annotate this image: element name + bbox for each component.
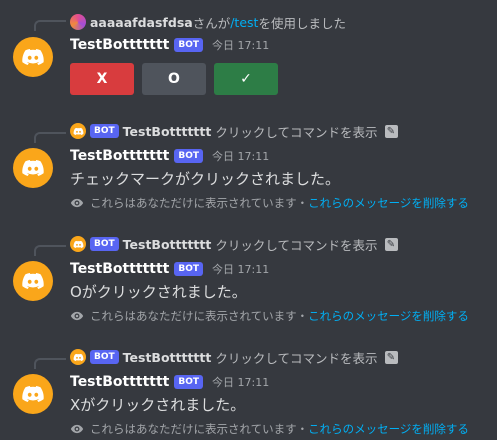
bot-avatar[interactable] [13,261,53,301]
discord-logo-icon [21,269,45,293]
author-name[interactable]: TestBottttttt [70,148,169,164]
reply-spine [34,132,66,143]
eye-icon [70,309,84,323]
reference-bot-name[interactable]: TestBottttttt [123,237,212,252]
bot-avatar[interactable] [13,374,53,414]
dismiss-messages-link[interactable]: これらのメッセージを削除する [308,308,469,324]
command-message: aaaaafdasfdsa さんが/test を使用しました TestBottttt… [0,0,497,110]
reference-bot-name[interactable]: TestBottttttt [123,124,212,139]
ephemeral-note: これらはあなただけに表示されています・ [90,309,309,323]
x-button[interactable]: X [70,63,134,95]
discord-logo-icon [21,156,45,180]
ephemeral-notice: これらはあなただけに表示されています・ これらのメッセージを削除する [70,421,469,437]
reference-bot-badge: BOT [90,124,119,138]
ephemeral-message: BOT TestBottttttt クリックしてコマンドを表示 ✎ TestBo… [0,122,497,222]
reply-spine [34,358,66,369]
reference-username[interactable]: aaaaafdasfdsa [90,15,193,30]
command-reference[interactable]: BOT TestBottttttt クリックしてコマンドを表示 ✎ [70,235,398,253]
message-content: Oがクリックされました。 [70,283,247,301]
ephemeral-notice: これらはあなただけに表示されています・ これらのメッセージを削除する [70,195,469,211]
edit-icon: ✎ [384,350,398,364]
ephemeral-message: BOT TestBottttttt クリックしてコマンドを表示 ✎ TestBo… [0,348,497,440]
reference-bot-badge: BOT [90,350,119,364]
message-header: TestBottttttt BOT 今日 17:11 [70,35,269,55]
author-name[interactable]: TestBottttttt [70,37,169,53]
message-content: Xがクリックされました。 [70,396,246,414]
bot-avatar-mini [70,349,86,365]
bot-badge: BOT [174,149,204,163]
bot-avatar-mini [70,236,86,252]
reference-text[interactable]: クリックしてコマンドを表示 [215,235,377,254]
bot-badge: BOT [174,262,204,276]
eye-icon [70,422,84,436]
ephemeral-notice: これらはあなただけに表示されています・ これらのメッセージを削除する [70,308,469,324]
author-name[interactable]: TestBottttttt [70,374,169,390]
discord-logo-icon [21,382,45,406]
dismiss-messages-link[interactable]: これらのメッセージを削除する [308,195,469,211]
reference-text[interactable]: クリックしてコマンドを表示 [215,348,377,367]
button-row: X O ✓ [70,63,278,95]
reference-text-after: を使用しました [258,15,346,31]
author-name[interactable]: TestBottttttt [70,261,169,277]
reference-text[interactable]: クリックしてコマンドを表示 [215,122,377,141]
reference-text-before: さんが [192,15,231,31]
edit-icon: ✎ [384,124,398,138]
bot-avatar[interactable] [13,148,53,188]
message-header: TestBottttttt BOT 今日 17:11 [70,146,269,166]
timestamp[interactable]: 今日 17:11 [212,261,269,277]
timestamp[interactable]: 今日 17:11 [212,37,269,53]
ephemeral-note: これらはあなただけに表示されています・ [90,422,309,436]
message-content: チェックマークがクリックされました。 [70,170,341,188]
bot-avatar-mini [70,123,86,139]
reference-bot-name[interactable]: TestBottttttt [123,350,212,365]
edit-icon: ✎ [384,237,398,251]
bot-avatar[interactable] [13,37,53,77]
bot-badge: BOT [174,375,204,389]
dismiss-messages-link[interactable]: これらのメッセージを削除する [308,421,469,437]
bot-badge: BOT [174,38,204,52]
o-button[interactable]: O [142,63,206,95]
timestamp[interactable]: 今日 17:11 [212,374,269,390]
discord-logo-icon [21,45,45,69]
reference-command[interactable]: /test [230,15,258,30]
ephemeral-note: これらはあなただけに表示されています・ [90,196,309,210]
check-button[interactable]: ✓ [214,63,278,95]
eye-icon [70,196,84,210]
reply-spine [34,20,66,31]
command-reference[interactable]: BOT TestBottttttt クリックしてコマンドを表示 ✎ [70,122,398,140]
reply-spine [34,245,66,256]
command-reference[interactable]: BOT TestBottttttt クリックしてコマンドを表示 ✎ [70,348,398,366]
user-avatar-mini [70,14,86,30]
reference-bot-badge: BOT [90,237,119,251]
message-header: TestBottttttt BOT 今日 17:11 [70,372,269,392]
ephemeral-message: BOT TestBottttttt クリックしてコマンドを表示 ✎ TestBo… [0,235,497,335]
command-reference[interactable]: aaaaafdasfdsa さんが/test を使用しました [70,13,346,31]
timestamp[interactable]: 今日 17:11 [212,148,269,164]
message-header: TestBottttttt BOT 今日 17:11 [70,259,269,279]
